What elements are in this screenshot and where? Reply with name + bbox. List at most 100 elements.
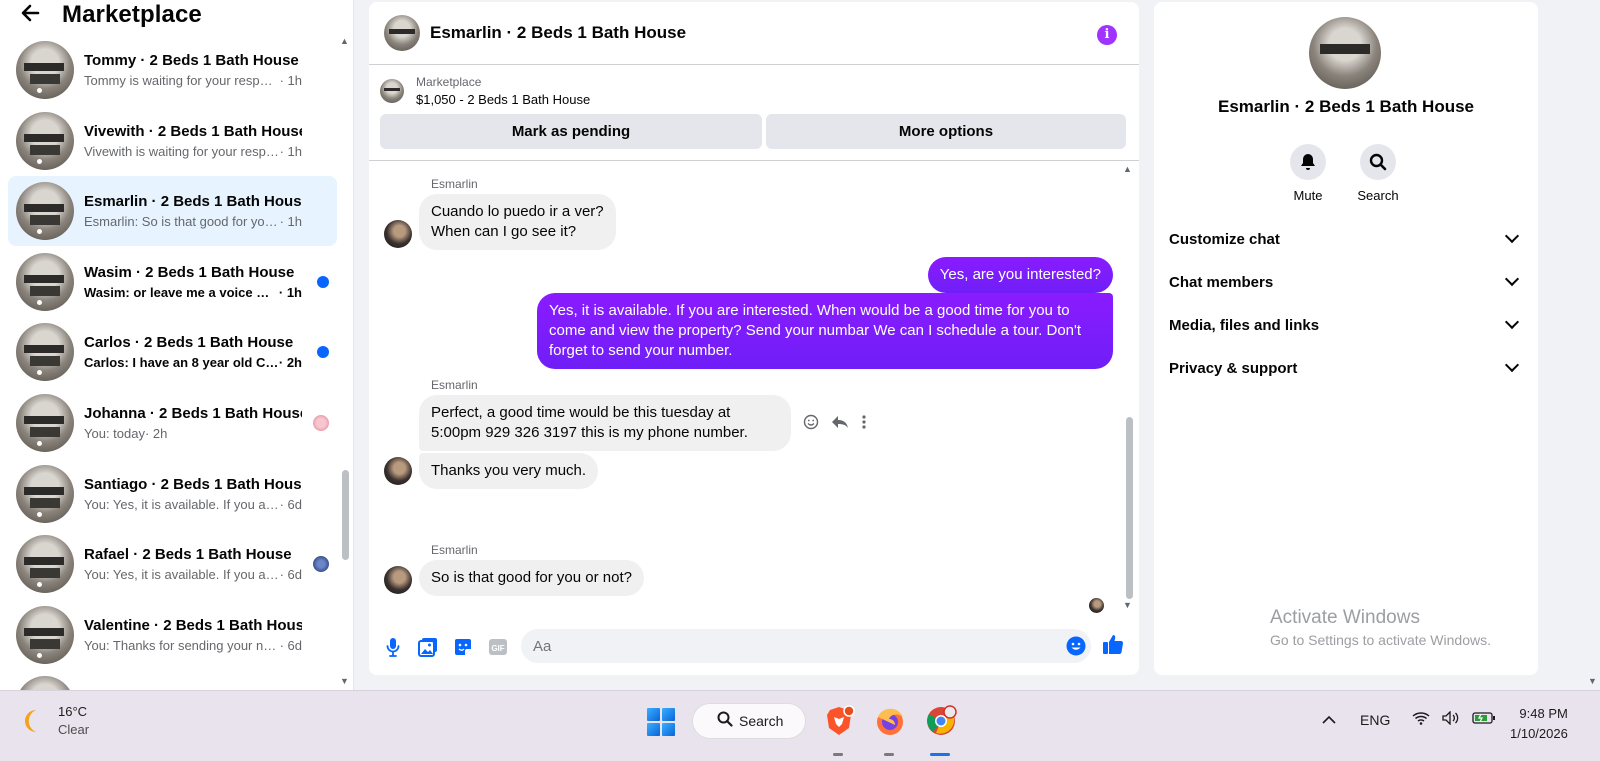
conversation-avatar (16, 182, 74, 241)
sender-name: Esmarlin (431, 378, 478, 392)
mute-button[interactable]: Mute (1278, 144, 1338, 203)
preview-text: You: Yes, it is available. If you are... (84, 567, 280, 583)
conversation-item[interactable]: Vivewith · 2 Beds 1 Bath House Vivewith i… (8, 106, 337, 176)
conversation-preview: You: Yes, it is available. If you are in… (84, 497, 302, 512)
conversation-preview: You: Yes, it is available. If you are...… (84, 567, 302, 582)
language-indicator[interactable]: ENG (1360, 712, 1390, 728)
weather-widget[interactable]: 16°C Clear (18, 703, 89, 739)
conversation-item[interactable]: Santiago · 2 Beds 1 Bath House You: Yes, … (8, 459, 337, 529)
conversation-preview: You: Thanks for sending your numb... · 6d (84, 638, 302, 653)
conversation-avatar (16, 111, 74, 170)
sidebar-header: Marketplace (0, 0, 353, 30)
app-active-indicator (930, 753, 950, 756)
svg-text:GIF: GIF (491, 644, 504, 653)
taskbar-search-button[interactable]: Search (692, 703, 806, 739)
chevron-up-icon[interactable] (1322, 712, 1336, 728)
conversation-item[interactable]: Wasim · 2 Beds 1 Bath House Wasim: or lea… (8, 247, 337, 317)
incoming-message[interactable]: Thanks you very much. (419, 453, 599, 489)
incoming-message[interactable]: Cuando lo puedo ir a ver? When can I go … (419, 194, 616, 250)
preview-text: You: Yes, it is available. If you are in… (84, 496, 280, 512)
thumbs-up-icon[interactable] (1102, 633, 1124, 660)
sender-avatar[interactable] (384, 220, 412, 248)
app-running-indicator (833, 753, 843, 756)
mark-as-pending-button[interactable]: Mark as pending (380, 114, 762, 149)
conversation-item[interactable]: Esmarlin · 2 Beds 1 Bath House Esmarlin: … (8, 176, 337, 247)
listing-info[interactable]: Marketplace $1,050 - 2 Beds 1 Bath House (380, 75, 590, 107)
chat-scroll-up-arrow-icon[interactable]: ▲ (1123, 164, 1132, 174)
conversation-item[interactable]: Johanna · 2 Beds 1 Bath House You: today ·… (8, 388, 337, 458)
conversation-item[interactable]: Tommy · 2 Beds 1 Bath House Tommy is wait… (8, 35, 337, 105)
sender-avatar[interactable] (384, 566, 412, 594)
privacy-support-section[interactable]: Privacy & support (1169, 348, 1523, 388)
battery-icon[interactable] (1472, 711, 1496, 728)
message-line: When can I go see it? (431, 223, 577, 240)
photo-icon[interactable] (417, 636, 439, 658)
listing-thumbnail (380, 79, 404, 103)
search-in-chat-button[interactable]: Search (1348, 144, 1408, 203)
preview-time: · 1h (279, 73, 302, 88)
chevron-down-icon (1504, 357, 1520, 373)
conversation-item[interactable]: Carlos · 2 Beds 1 Bath House Carlos: I ha… (8, 317, 337, 387)
media-files-links-section[interactable]: Media, files and links (1169, 305, 1523, 345)
info-icon[interactable]: i (1097, 25, 1117, 45)
section-label: Media, files and links (1169, 316, 1320, 334)
system-tray: ENG (1322, 710, 1496, 728)
chat-details-panel: Esmarlin · 2 Beds 1 Bath House Mute Sear… (1154, 2, 1538, 675)
incoming-message[interactable]: Perfect, a good time would be this tuesd… (419, 395, 791, 451)
section-label: Customize chat (1169, 230, 1280, 248)
search-icon (1360, 144, 1396, 180)
chat-scroll-down-arrow-icon[interactable]: ▼ (1123, 600, 1132, 610)
chat-header: Esmarlin · 2 Beds 1 Bath House i (369, 2, 1139, 65)
weather-temperature: 16°C (58, 704, 88, 719)
chat-members-section[interactable]: Chat members (1169, 262, 1523, 302)
chat-avatar[interactable] (384, 15, 420, 51)
weather-description: Clear (58, 722, 90, 737)
incoming-message[interactable]: So is that good for you or not? (419, 560, 644, 596)
brave-browser-icon[interactable] (823, 705, 855, 737)
firefox-icon[interactable] (874, 705, 906, 737)
conversation-avatar (16, 252, 74, 311)
chevron-down-icon (1504, 228, 1520, 244)
taskbar-clock[interactable]: 9:48 PM 1/10/2026 (1510, 704, 1568, 744)
emoji-icon[interactable] (1066, 636, 1086, 661)
microphone-icon[interactable] (382, 636, 404, 658)
conversation-item[interactable]: Valentine · 2 Beds 1 Bath House You: Than… (8, 600, 337, 670)
react-emoji-icon[interactable] (803, 414, 819, 435)
page-scroll-down-arrow-icon[interactable]: ▼ (1588, 676, 1597, 686)
details-avatar[interactable] (1309, 17, 1381, 89)
section-label: Privacy & support (1169, 359, 1298, 377)
sidebar-scrollbar-thumb[interactable] (342, 470, 349, 560)
more-options-button[interactable]: More options (766, 114, 1126, 149)
scroll-down-arrow-icon[interactable]: ▼ (340, 676, 349, 686)
app-running-indicator (884, 753, 894, 756)
back-arrow-icon[interactable] (20, 3, 50, 28)
clock-time: 9:48 PM (1519, 706, 1568, 721)
preview-time: · 6d (279, 496, 302, 512)
sidebar-title: Marketplace (62, 1, 202, 28)
chat-scrollbar-thumb[interactable] (1126, 417, 1133, 599)
outgoing-message[interactable]: Yes, are you interested? (927, 257, 1113, 293)
more-vertical-icon[interactable] (861, 414, 867, 435)
conversation-name: Esmarlin · 2 Beds 1 Bath House (84, 193, 302, 211)
message-actions (803, 414, 867, 435)
chat-title[interactable]: Esmarlin · 2 Beds 1 Bath House (430, 23, 686, 43)
windows-start-icon[interactable] (647, 708, 675, 736)
conversation-item[interactable]: Rafael · 2 Beds 1 Bath House You: Yes, it… (8, 529, 337, 599)
scroll-up-arrow-icon[interactable]: ▲ (340, 36, 349, 46)
gif-icon[interactable]: GIF (487, 636, 509, 658)
sticker-icon[interactable] (452, 636, 474, 658)
preview-text: Esmarlin: So is that good for you or... (84, 214, 280, 230)
outgoing-message[interactable]: Yes, it is available. If you are interes… (537, 293, 1113, 369)
preview-text: Tommy is waiting for your response. (84, 73, 280, 88)
conversation-avatar (16, 535, 74, 594)
customize-chat-section[interactable]: Customize chat (1169, 219, 1523, 259)
unread-dot (317, 346, 329, 359)
message-input[interactable] (521, 629, 1091, 663)
reply-icon[interactable] (831, 414, 849, 435)
sender-avatar[interactable] (384, 457, 412, 485)
seen-by-avatar (313, 415, 329, 431)
speaker-icon[interactable] (1442, 710, 1460, 728)
chrome-icon[interactable] (925, 705, 957, 737)
wifi-icon[interactable] (1412, 711, 1430, 728)
conversation-name: Tommy · 2 Beds 1 Bath House (84, 52, 299, 69)
